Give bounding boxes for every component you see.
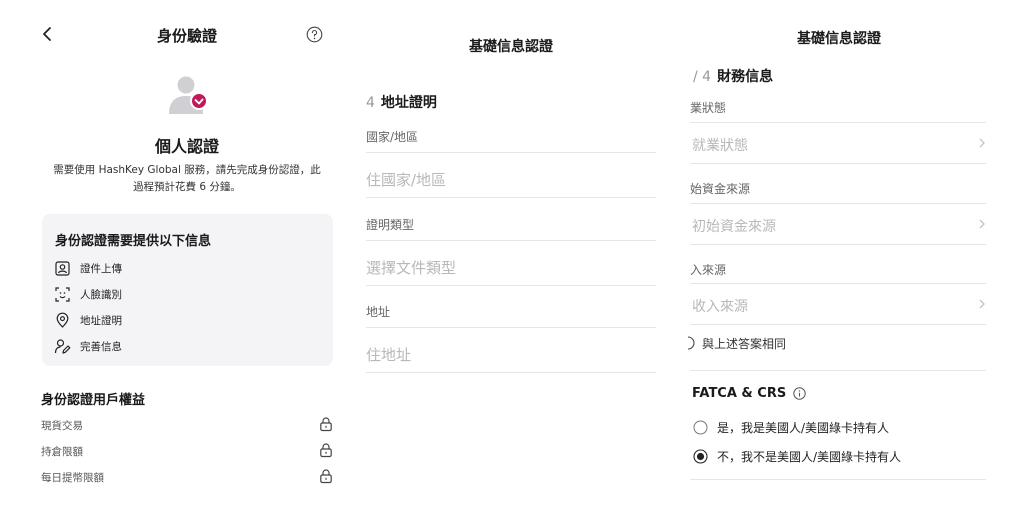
employment-status-select[interactable]: 就業狀態 [690,122,986,164]
identity-header: 身份驗證 [0,22,350,48]
initial-funds-placeholder: 初始資金來源 [692,219,776,235]
income-source-label: 入來源 [690,263,727,277]
lock-icon [320,469,332,484]
identity-panel: 身份驗證 個人認證 需要使用 HashKey Global 服務，請先完成身份認… [0,0,350,512]
required-item-complete-info: 完善信息 [54,337,122,355]
lock-icon [320,417,332,432]
income-source-select[interactable]: 收入來源 [690,283,986,325]
location-pin-icon [56,312,69,328]
checkbox-icon [687,336,695,350]
divider [690,370,986,371]
address-input[interactable]: 住地址 [366,333,656,373]
required-info-title: 身份認證需要提供以下信息 [55,234,212,249]
document-type-label: 證明類型 [366,218,415,232]
address-placeholder: 住地址 [366,346,412,364]
document-type-placeholder: 選擇文件類型 [366,259,457,277]
step-number: / 4 [693,69,712,85]
document-type-select[interactable]: 選擇文件類型 [366,246,656,286]
employment-status-placeholder: 就業狀態 [692,138,748,154]
section-label: 地址證明 [380,95,437,111]
benefit-row-position-limit: 持倉限額 [41,442,333,460]
divider [690,479,986,480]
divider [366,240,656,241]
country-label: 國家/地區 [366,130,419,144]
section-label: 財務信息 [717,69,774,85]
lock-icon [320,443,332,458]
divider [366,152,656,153]
radio-label: 是，我是美國人/美國綠卡持有人 [717,420,890,435]
face-scan-icon [55,286,70,302]
same-as-above-checkbox[interactable]: 與上述答案相同 [686,334,786,352]
step-number: 4 [366,95,375,111]
avatar-icon [169,76,208,114]
radio-us-person-no[interactable]: 不，我不是美國人/美國綠卡持有人 [693,447,901,465]
required-info-card: 身份認證需要提供以下信息 證件上傳 人臉識別 地址證明 完善信息 [42,214,333,366]
employment-status-label: 業狀態 [690,101,727,115]
info-icon[interactable] [793,387,806,400]
initial-funds-select[interactable]: 初始資金來源 [690,203,986,245]
required-item-document-upload: 證件上傳 [54,259,122,277]
radio-unselected-icon [693,420,708,434]
address-proof-panel: 基礎信息認證 4 地址證明 國家/地區 住國家/地區 證明類型 選擇文件類型 地址… [350,0,672,512]
page-title: 基礎信息認證 [469,39,553,55]
help-icon[interactable] [306,26,323,43]
page-title: 基礎信息認證 [797,31,881,47]
benefit-label: 每日提幣限額 [41,472,104,484]
verification-description: 需要使用 HashKey Global 服務，請先完成身份認證，此過程預計花費 … [53,164,321,193]
required-item-label: 人臉識別 [80,288,122,301]
initial-funds-label: 始資金來源 [690,182,751,196]
user-edit-icon [54,338,71,354]
section-title-address-proof: 4 地址證明 [366,92,437,112]
required-item-address-proof: 地址證明 [54,311,122,329]
radio-label: 不，我不是美國人/美國綠卡持有人 [717,449,902,464]
personal-verification-heading: 個人認證 [154,137,219,156]
fatca-crs-header: FATCA & CRS [692,386,806,401]
divider [366,327,656,328]
id-card-icon [55,260,70,276]
benefit-label: 持倉限額 [41,446,83,458]
chevron-right-icon [979,219,985,229]
financial-info-panel: 基礎信息認證 / 4 財務信息 業狀態 就業狀態 始資金來源 初始資金來源 入來源… [672,0,1024,512]
page-title: 身份驗證 [156,27,217,45]
chevron-right-icon [979,299,985,309]
radio-us-person-yes[interactable]: 是，我是美國人/美國綠卡持有人 [693,418,889,436]
chevron-right-icon [979,138,985,148]
benefit-label: 現貨交易 [41,420,83,432]
address-label: 地址 [366,305,391,319]
required-item-face-recognition: 人臉識別 [54,285,122,303]
benefit-row-daily-withdrawal-limit: 每日提幣限額 [41,468,333,486]
same-as-above-label: 與上述答案相同 [702,336,787,351]
radio-selected-icon [693,448,708,464]
required-item-label: 完善信息 [80,340,122,353]
benefit-row-spot-trading: 現貨交易 [41,416,333,434]
country-input[interactable]: 住國家/地區 [366,158,656,198]
user-benefits-title: 身份認證用戶權益 [41,393,146,408]
section-title-financial-info: / 4 財務信息 [693,66,773,86]
country-placeholder: 住國家/地區 [366,171,447,189]
required-item-label: 證件上傳 [80,262,122,275]
fatca-crs-title: FATCA & CRS [692,386,787,401]
income-source-placeholder: 收入來源 [692,299,748,315]
required-item-label: 地址證明 [80,314,122,327]
